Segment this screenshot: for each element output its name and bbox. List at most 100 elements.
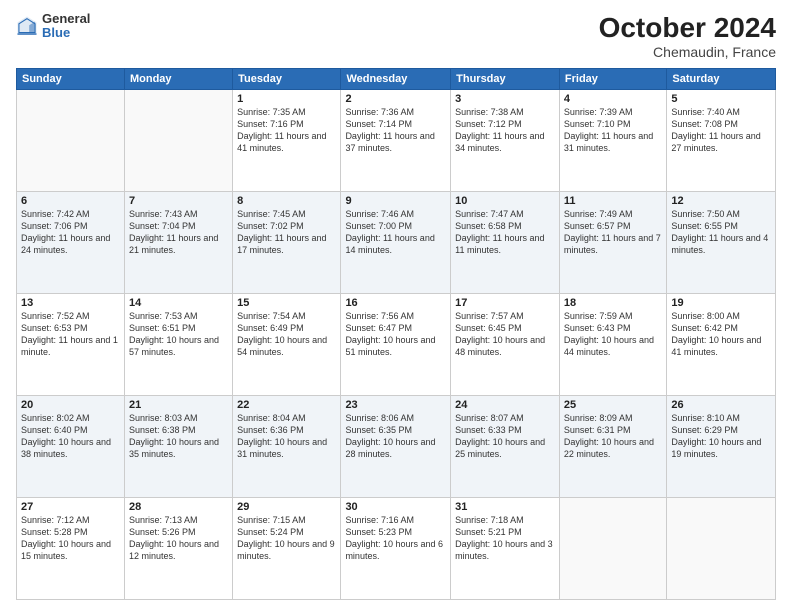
table-cell: 12Sunrise: 7:50 AM Sunset: 6:55 PM Dayli… [667, 192, 776, 294]
day-info: Sunrise: 7:43 AM Sunset: 7:04 PM Dayligh… [129, 208, 228, 257]
day-info: Sunrise: 8:09 AM Sunset: 6:31 PM Dayligh… [564, 412, 662, 461]
table-cell: 31Sunrise: 7:18 AM Sunset: 5:21 PM Dayli… [451, 498, 560, 600]
day-number: 9 [345, 195, 446, 207]
day-number: 15 [237, 297, 336, 309]
day-info: Sunrise: 8:02 AM Sunset: 6:40 PM Dayligh… [21, 412, 120, 461]
table-cell: 22Sunrise: 8:04 AM Sunset: 6:36 PM Dayli… [233, 396, 341, 498]
header-thursday: Thursday [451, 69, 560, 90]
table-cell: 24Sunrise: 8:07 AM Sunset: 6:33 PM Dayli… [451, 396, 560, 498]
table-cell: 11Sunrise: 7:49 AM Sunset: 6:57 PM Dayli… [559, 192, 666, 294]
table-cell: 16Sunrise: 7:56 AM Sunset: 6:47 PM Dayli… [341, 294, 451, 396]
day-number: 18 [564, 297, 662, 309]
day-info: Sunrise: 7:39 AM Sunset: 7:10 PM Dayligh… [564, 106, 662, 155]
day-info: Sunrise: 7:47 AM Sunset: 6:58 PM Dayligh… [455, 208, 555, 257]
day-number: 16 [345, 297, 446, 309]
day-info: Sunrise: 7:53 AM Sunset: 6:51 PM Dayligh… [129, 310, 228, 359]
week-row-2: 6Sunrise: 7:42 AM Sunset: 7:06 PM Daylig… [17, 192, 776, 294]
day-number: 31 [455, 501, 555, 513]
calendar-table: Sunday Monday Tuesday Wednesday Thursday… [16, 68, 776, 600]
day-info: Sunrise: 8:00 AM Sunset: 6:42 PM Dayligh… [671, 310, 771, 359]
days-header-row: Sunday Monday Tuesday Wednesday Thursday… [17, 69, 776, 90]
day-info: Sunrise: 7:45 AM Sunset: 7:02 PM Dayligh… [237, 208, 336, 257]
header-monday: Monday [124, 69, 232, 90]
day-info: Sunrise: 7:42 AM Sunset: 7:06 PM Dayligh… [21, 208, 120, 257]
day-number: 26 [671, 399, 771, 411]
table-cell: 14Sunrise: 7:53 AM Sunset: 6:51 PM Dayli… [124, 294, 232, 396]
logo-text: General Blue [42, 12, 90, 41]
table-cell: 2Sunrise: 7:36 AM Sunset: 7:14 PM Daylig… [341, 90, 451, 192]
day-info: Sunrise: 7:15 AM Sunset: 5:24 PM Dayligh… [237, 514, 336, 563]
day-number: 23 [345, 399, 446, 411]
generalblue-logo-icon [16, 15, 38, 37]
header-friday: Friday [559, 69, 666, 90]
day-number: 8 [237, 195, 336, 207]
table-cell: 17Sunrise: 7:57 AM Sunset: 6:45 PM Dayli… [451, 294, 560, 396]
table-cell: 15Sunrise: 7:54 AM Sunset: 6:49 PM Dayli… [233, 294, 341, 396]
table-cell: 20Sunrise: 8:02 AM Sunset: 6:40 PM Dayli… [17, 396, 125, 498]
day-info: Sunrise: 7:54 AM Sunset: 6:49 PM Dayligh… [237, 310, 336, 359]
day-info: Sunrise: 7:12 AM Sunset: 5:28 PM Dayligh… [21, 514, 120, 563]
day-info: Sunrise: 7:18 AM Sunset: 5:21 PM Dayligh… [455, 514, 555, 563]
table-cell: 21Sunrise: 8:03 AM Sunset: 6:38 PM Dayli… [124, 396, 232, 498]
table-cell: 18Sunrise: 7:59 AM Sunset: 6:43 PM Dayli… [559, 294, 666, 396]
table-cell: 8Sunrise: 7:45 AM Sunset: 7:02 PM Daylig… [233, 192, 341, 294]
header-saturday: Saturday [667, 69, 776, 90]
day-info: Sunrise: 7:59 AM Sunset: 6:43 PM Dayligh… [564, 310, 662, 359]
table-cell: 28Sunrise: 7:13 AM Sunset: 5:26 PM Dayli… [124, 498, 232, 600]
logo-blue: Blue [42, 26, 90, 40]
day-number: 1 [237, 93, 336, 105]
table-cell: 25Sunrise: 8:09 AM Sunset: 6:31 PM Dayli… [559, 396, 666, 498]
table-cell: 10Sunrise: 7:47 AM Sunset: 6:58 PM Dayli… [451, 192, 560, 294]
day-number: 27 [21, 501, 120, 513]
table-cell: 3Sunrise: 7:38 AM Sunset: 7:12 PM Daylig… [451, 90, 560, 192]
day-info: Sunrise: 7:46 AM Sunset: 7:00 PM Dayligh… [345, 208, 446, 257]
day-number: 10 [455, 195, 555, 207]
day-number: 12 [671, 195, 771, 207]
header-wednesday: Wednesday [341, 69, 451, 90]
table-cell [559, 498, 666, 600]
logo: General Blue [16, 12, 90, 41]
table-cell: 23Sunrise: 8:06 AM Sunset: 6:35 PM Dayli… [341, 396, 451, 498]
day-number: 14 [129, 297, 228, 309]
day-number: 25 [564, 399, 662, 411]
day-info: Sunrise: 7:57 AM Sunset: 6:45 PM Dayligh… [455, 310, 555, 359]
day-info: Sunrise: 8:07 AM Sunset: 6:33 PM Dayligh… [455, 412, 555, 461]
page: General Blue October 2024 Chemaudin, Fra… [0, 0, 792, 612]
day-number: 22 [237, 399, 336, 411]
table-cell: 29Sunrise: 7:15 AM Sunset: 5:24 PM Dayli… [233, 498, 341, 600]
day-info: Sunrise: 7:40 AM Sunset: 7:08 PM Dayligh… [671, 106, 771, 155]
logo-general: General [42, 12, 90, 26]
day-info: Sunrise: 7:13 AM Sunset: 5:26 PM Dayligh… [129, 514, 228, 563]
week-row-5: 27Sunrise: 7:12 AM Sunset: 5:28 PM Dayli… [17, 498, 776, 600]
day-number: 7 [129, 195, 228, 207]
day-info: Sunrise: 7:49 AM Sunset: 6:57 PM Dayligh… [564, 208, 662, 257]
table-cell: 27Sunrise: 7:12 AM Sunset: 5:28 PM Dayli… [17, 498, 125, 600]
table-cell: 6Sunrise: 7:42 AM Sunset: 7:06 PM Daylig… [17, 192, 125, 294]
title-block: October 2024 Chemaudin, France [599, 12, 776, 60]
table-cell: 26Sunrise: 8:10 AM Sunset: 6:29 PM Dayli… [667, 396, 776, 498]
day-info: Sunrise: 7:50 AM Sunset: 6:55 PM Dayligh… [671, 208, 771, 257]
day-number: 29 [237, 501, 336, 513]
day-number: 30 [345, 501, 446, 513]
day-number: 20 [21, 399, 120, 411]
day-info: Sunrise: 8:06 AM Sunset: 6:35 PM Dayligh… [345, 412, 446, 461]
day-info: Sunrise: 7:38 AM Sunset: 7:12 PM Dayligh… [455, 106, 555, 155]
table-cell: 9Sunrise: 7:46 AM Sunset: 7:00 PM Daylig… [341, 192, 451, 294]
day-info: Sunrise: 7:56 AM Sunset: 6:47 PM Dayligh… [345, 310, 446, 359]
day-number: 17 [455, 297, 555, 309]
day-number: 21 [129, 399, 228, 411]
week-row-4: 20Sunrise: 8:02 AM Sunset: 6:40 PM Dayli… [17, 396, 776, 498]
day-info: Sunrise: 7:35 AM Sunset: 7:16 PM Dayligh… [237, 106, 336, 155]
day-number: 28 [129, 501, 228, 513]
month-title: October 2024 [599, 12, 776, 44]
day-number: 19 [671, 297, 771, 309]
table-cell [17, 90, 125, 192]
day-number: 11 [564, 195, 662, 207]
table-cell: 13Sunrise: 7:52 AM Sunset: 6:53 PM Dayli… [17, 294, 125, 396]
table-cell [124, 90, 232, 192]
day-info: Sunrise: 8:04 AM Sunset: 6:36 PM Dayligh… [237, 412, 336, 461]
day-info: Sunrise: 7:16 AM Sunset: 5:23 PM Dayligh… [345, 514, 446, 563]
day-number: 2 [345, 93, 446, 105]
day-info: Sunrise: 7:36 AM Sunset: 7:14 PM Dayligh… [345, 106, 446, 155]
table-cell: 7Sunrise: 7:43 AM Sunset: 7:04 PM Daylig… [124, 192, 232, 294]
